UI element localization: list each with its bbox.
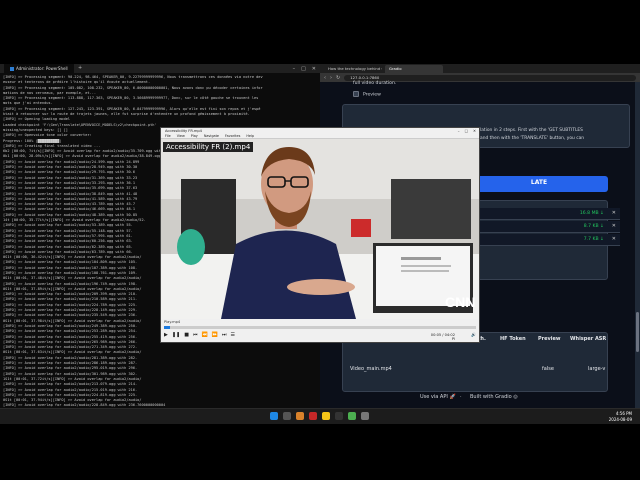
player-close-icon[interactable]: ✕ — [473, 128, 476, 134]
file-row[interactable]: 8.7 KB ↓ ✕ — [470, 221, 620, 233]
browser-scrollbar[interactable] — [635, 82, 640, 408]
video-title-overlay: Accessibility FR (2).mp4 — [163, 142, 254, 152]
info-text-2: and then with the 'TRANSLATE' button, yo… — [480, 136, 585, 141]
start-icon[interactable] — [270, 412, 278, 420]
remove-file-icon[interactable]: ✕ — [612, 223, 616, 229]
back-icon[interactable]: ‹ — [324, 75, 326, 81]
player-menu-view[interactable]: View — [177, 134, 185, 138]
terminal-tab[interactable]: Administrator: PowerShell — [4, 64, 74, 73]
player-app-icon[interactable] — [361, 412, 369, 420]
search-icon[interactable] — [283, 412, 291, 420]
app-icon[interactable] — [348, 412, 356, 420]
preview-checkbox[interactable] — [353, 91, 359, 97]
folder-icon[interactable] — [322, 412, 330, 420]
seek-progress — [164, 326, 171, 329]
prev-icon[interactable]: ⏮ — [193, 332, 198, 338]
forward-icon[interactable]: ⏩ — [212, 332, 218, 338]
video-player-window: Accessibility FR.mp4 – □ ✕ File View Play N… — [160, 127, 480, 343]
footer-api-link[interactable]: Use via API 🚀 — [420, 394, 456, 400]
terminal-app-icon[interactable] — [335, 412, 343, 420]
player-filename: Play.mp4 — [164, 320, 181, 324]
player-window-controls: – □ ✕ — [458, 128, 479, 134]
table-cell-preview[interactable]: false — [542, 366, 554, 372]
taskbar: 4:56 PM 2024-08-09 — [0, 408, 640, 424]
rewind-icon[interactable]: ⏪ — [202, 332, 208, 338]
brave-icon[interactable] — [309, 412, 317, 420]
new-tab-icon[interactable]: + — [78, 64, 82, 73]
speed-label[interactable]: Pl — [452, 337, 455, 341]
video-scene-image: CNN — [161, 139, 479, 319]
pause-icon[interactable]: ❚❚ — [172, 332, 180, 338]
terminal-tab-title: Administrator: PowerShell — [16, 66, 68, 71]
file-size: 7.7 KB ↓ — [583, 237, 604, 242]
player-maximize-icon[interactable]: □ — [465, 128, 468, 134]
player-menu-play[interactable]: Play — [191, 134, 198, 138]
terminal-window-controls: – □ ✕ — [293, 66, 320, 72]
player-menu-navigate[interactable]: Navigate — [204, 134, 219, 138]
player-menu-file[interactable]: File — [165, 134, 171, 138]
footer-dot: · — [460, 394, 462, 400]
remove-file-icon[interactable]: ✕ — [612, 236, 616, 242]
table-cell-file[interactable]: Video_main.mp4 — [350, 366, 392, 372]
player-menu-help[interactable]: Help — [246, 134, 254, 138]
footer-gradio-link[interactable]: Built with Gradio ◎ — [470, 394, 518, 400]
browser-tab-2[interactable]: Gradio — [385, 64, 443, 73]
clock-date: 2024-08-09 — [608, 416, 632, 422]
file-size: 16.8 MB ↓ — [579, 211, 604, 216]
remove-file-icon[interactable]: ✕ — [612, 210, 616, 216]
desktop-screen: Administrator: PowerShell + – □ ✕ [INFO]… — [0, 64, 640, 424]
reload-icon[interactable]: ↻ — [336, 75, 340, 81]
file-size: 8.7 KB ↓ — [583, 224, 604, 229]
footer-api-label: Use via API — [420, 394, 448, 400]
minimize-icon[interactable]: – — [293, 66, 296, 72]
player-menu-favorites[interactable]: Favorites — [225, 134, 240, 138]
file-row[interactable]: 16.8 MB ↓ ✕ — [470, 208, 620, 220]
table-cell-asr[interactable]: large-v — [588, 366, 605, 372]
volume-icon[interactable]: 🔊 — [471, 332, 476, 337]
player-controls: Play.mp4 ▶ ❚❚ ■ ⏮ ⏪ ⏩ ⏭ ☰ 00:05 / 04:02 … — [161, 319, 479, 342]
next-icon[interactable]: ⏭ — [222, 332, 227, 338]
video-frame[interactable]: CNN Accessibility FR (2).mp4 — [161, 139, 479, 319]
browser-app-icon[interactable] — [296, 412, 304, 420]
close-icon[interactable]: ✕ — [312, 66, 316, 72]
terminal-tabbar: Administrator: PowerShell + – □ ✕ — [0, 64, 320, 73]
player-minimize-icon[interactable]: – — [458, 128, 460, 134]
info-text-1: lation in 2 steps. First with the 'GET S… — [480, 128, 583, 133]
cnn-logo: CNN — [445, 294, 475, 310]
seek-bar[interactable] — [164, 326, 476, 329]
playback-buttons: ▶ ❚❚ ■ ⏮ ⏪ ⏩ ⏭ ☰ — [164, 332, 235, 338]
powershell-icon — [10, 67, 14, 71]
file-row[interactable]: 7.7 KB ↓ ✕ — [470, 234, 620, 246]
table-header-hf-token: HF Token — [500, 336, 526, 342]
preview-label: Preview — [363, 92, 381, 98]
browser-tabbar: How the technology behind ChatGPT... Gra… — [320, 64, 640, 73]
browser-tab-1[interactable]: How the technology behind ChatGPT... — [324, 65, 382, 73]
forward-icon[interactable]: › — [330, 75, 332, 81]
duration-text: full video duration. — [353, 81, 397, 86]
translate-button[interactable]: LATE — [470, 176, 608, 192]
table-header-whisper: Whisper ASR — [570, 336, 607, 342]
rocket-icon: 🚀 — [449, 394, 456, 400]
system-clock[interactable]: 4:56 PM 2024-08-09 — [609, 411, 632, 422]
table-header-preview: Preview — [538, 336, 561, 342]
stop-icon[interactable]: ■ — [184, 332, 189, 338]
gradio-logo-icon: ◎ — [513, 394, 518, 400]
maximize-icon[interactable]: □ — [301, 66, 306, 72]
play-icon[interactable]: ▶ — [164, 332, 168, 338]
playlist-icon[interactable]: ☰ — [230, 332, 234, 338]
taskbar-icons — [270, 412, 369, 420]
scrollbar-thumb[interactable] — [636, 312, 639, 352]
footer-gradio-label: Built with Gradio — [470, 394, 512, 400]
preview-checkbox-row[interactable]: Preview — [353, 91, 381, 99]
